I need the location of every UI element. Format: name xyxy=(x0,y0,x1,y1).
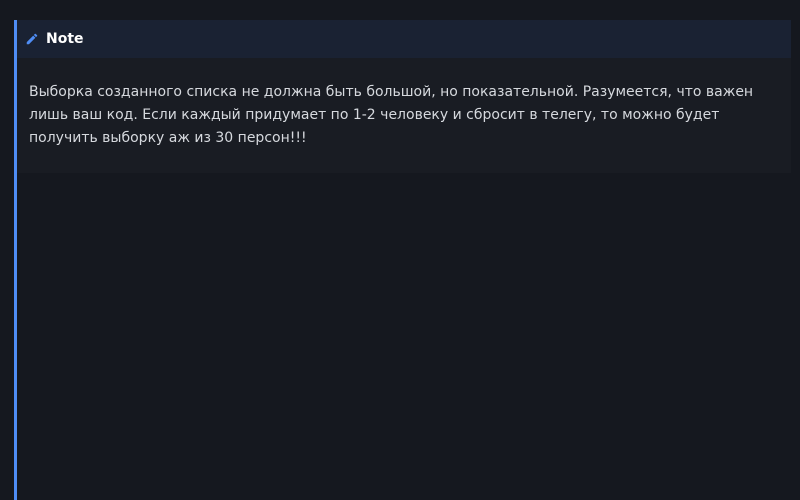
pencil-icon xyxy=(25,32,39,46)
note-title-bar: Note xyxy=(17,20,791,58)
note-body: Выборка созданного списка не должна быть… xyxy=(17,58,791,173)
note-title: Note xyxy=(46,31,84,47)
note-body-text: Выборка созданного списка не должна быть… xyxy=(29,84,754,146)
note-admonition: Note Выборка созданного списка не должна… xyxy=(14,20,791,500)
